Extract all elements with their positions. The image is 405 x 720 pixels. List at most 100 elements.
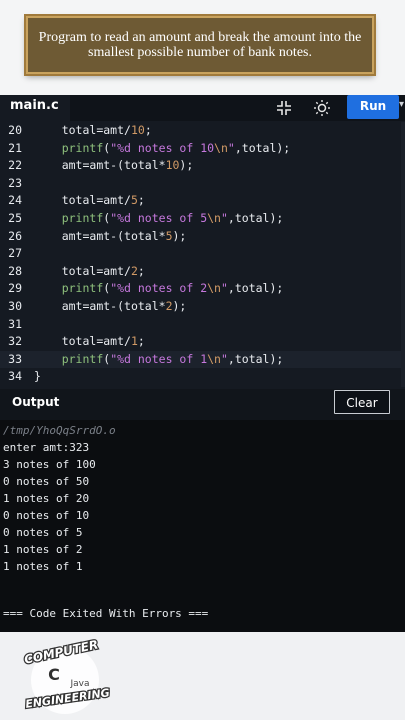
code-token: ); — [179, 158, 194, 173]
theme-sun-icon[interactable] — [308, 97, 336, 119]
line-number: 28 — [8, 263, 22, 278]
code-token: " — [227, 140, 235, 155]
code-token: 5 — [165, 228, 173, 243]
code-token: ); — [172, 228, 187, 243]
code-token: ; — [137, 334, 145, 349]
clear-button[interactable]: Clear — [334, 390, 390, 414]
output-line: enter amt:323 — [3, 441, 90, 454]
code-token: ,total); — [227, 351, 284, 366]
code-token: ; — [137, 193, 145, 208]
code-line[interactable]: 24 total=amt/5; — [0, 192, 405, 210]
code-editor: main.c Run ▾ 20 total=amt/10; 21 printf("… — [0, 95, 405, 390]
code-line[interactable]: 29 printf("%d notes of 2\n",total); — [0, 280, 405, 298]
line-number: 22 — [8, 158, 22, 173]
code-line[interactable]: 34} — [0, 368, 405, 386]
output-line: 0 notes of 50 — [3, 475, 90, 488]
code-text[interactable] — [34, 245, 62, 263]
code-token: "%d notes of 5 — [110, 210, 208, 225]
line-number: 31 — [8, 316, 22, 331]
code-line[interactable]: 31 — [0, 316, 405, 334]
code-text[interactable]: total=amt/5; — [34, 192, 145, 210]
code-text[interactable]: amt=amt-(total*2); — [34, 298, 187, 316]
code-token: ; — [144, 123, 152, 137]
line-number: 25 — [8, 210, 22, 225]
code-token: amt=amt-(total* — [61, 298, 166, 313]
code-text[interactable] — [34, 175, 62, 193]
output-line: 1 notes of 2 — [3, 543, 83, 556]
computer-engineering-logo: COMPUTER C Java ENGINEERING — [22, 636, 112, 714]
output-line: 0 notes of 5 — [3, 526, 83, 539]
code-text[interactable]: total=amt/1; — [34, 333, 145, 351]
code-text[interactable]: printf("%d notes of 5\n",total); — [34, 210, 284, 228]
code-token: ); — [172, 298, 187, 313]
code-token: " — [220, 351, 228, 366]
code-line[interactable]: 26 amt=amt-(total*5); — [0, 228, 405, 246]
code-token: \n — [207, 210, 221, 225]
code-line[interactable]: 32 total=amt/1; — [0, 333, 405, 351]
code-token: total=amt/ — [61, 193, 131, 208]
output-line: 1 notes of 1 — [3, 560, 83, 573]
code-line[interactable]: 33 printf("%d notes of 1\n",total); — [0, 350, 405, 369]
code-text[interactable]: printf("%d notes of 1\n",total); — [34, 351, 284, 369]
code-text[interactable]: amt=amt-(total*5); — [34, 228, 187, 246]
code-line[interactable]: 23 — [0, 175, 405, 193]
code-line[interactable]: 27 — [0, 245, 405, 263]
logo-c-text: C — [48, 665, 60, 684]
output-line: 3 notes of 100 — [3, 458, 96, 471]
code-token: ; — [137, 263, 145, 278]
code-text[interactable]: printf("%d notes of 10\n",total); — [34, 140, 291, 158]
code-text[interactable]: amt=amt-(total*10); — [34, 157, 194, 175]
code-text[interactable]: total=amt/2; — [34, 263, 145, 281]
line-number: 29 — [8, 281, 22, 296]
code-token: 2 — [165, 298, 173, 313]
code-token: ,total); — [234, 140, 291, 155]
output-label: Output — [12, 395, 60, 409]
code-line[interactable]: 20 total=amt/10; — [0, 122, 405, 140]
output-line: 1 notes of 20 — [3, 492, 90, 505]
code-token: 10 — [130, 123, 145, 137]
output-header: Output Clear — [0, 389, 405, 420]
file-tab-main-c[interactable]: main.c — [0, 95, 70, 121]
code-line[interactable]: 22 amt=amt-(total*10); — [0, 157, 405, 175]
code-token: "%d notes of 10 — [110, 140, 215, 155]
exit-message: === Code Exited With Errors === — [3, 607, 209, 620]
code-token: " — [220, 281, 228, 296]
output-console[interactable]: /tmp/YhoQqSrrdO.o enter amt:323 3 notes of… — [0, 420, 405, 632]
code-text[interactable]: total=amt/10; — [34, 122, 152, 140]
code-lines[interactable]: 20 total=amt/10; 21 printf("%d notes of 1… — [0, 122, 405, 386]
output-line: 0 notes of 10 — [3, 509, 90, 522]
chevron-down-icon[interactable]: ▾ — [399, 99, 405, 110]
code-token: total=amt/ — [61, 334, 131, 349]
line-number: 30 — [8, 298, 22, 313]
output-binary-path: /tmp/YhoQqSrrdO.o — [3, 424, 116, 437]
code-line[interactable]: 25 printf("%d notes of 5\n",total); — [0, 210, 405, 228]
code-text[interactable] — [34, 316, 62, 334]
logo-java-text: Java — [69, 679, 89, 689]
code-token: printf — [61, 281, 104, 296]
code-token: } — [34, 369, 41, 384]
line-number: 26 — [8, 228, 22, 243]
line-number: 33 — [8, 351, 22, 366]
code-token: printf — [61, 140, 104, 155]
code-text[interactable]: } — [34, 368, 41, 386]
code-token: 5 — [130, 193, 138, 208]
code-token: \n — [207, 281, 221, 296]
code-line[interactable]: 30 amt=amt-(total*2); — [0, 298, 405, 316]
code-token: total=amt/ — [61, 123, 131, 137]
editor-scrollbar[interactable] — [401, 122, 405, 387]
code-token: "%d notes of 2 — [110, 281, 208, 296]
line-number: 27 — [8, 246, 22, 261]
code-token: amt=amt-(total* — [61, 228, 166, 243]
editor-tab-bar: main.c Run ▾ — [0, 95, 405, 121]
code-text[interactable]: printf("%d notes of 2\n",total); — [34, 280, 284, 298]
collapse-icon[interactable] — [270, 97, 298, 119]
code-line[interactable]: 21 printf("%d notes of 10\n",total); — [0, 140, 405, 158]
run-button[interactable]: Run — [347, 95, 399, 119]
code-token: \n — [214, 140, 228, 155]
line-number: 32 — [8, 334, 22, 349]
code-token: 10 — [165, 158, 180, 173]
code-token: 1 — [130, 334, 138, 349]
code-token: "%d notes of 1 — [110, 351, 208, 366]
code-token: " — [220, 210, 228, 225]
code-line[interactable]: 28 total=amt/2; — [0, 263, 405, 281]
